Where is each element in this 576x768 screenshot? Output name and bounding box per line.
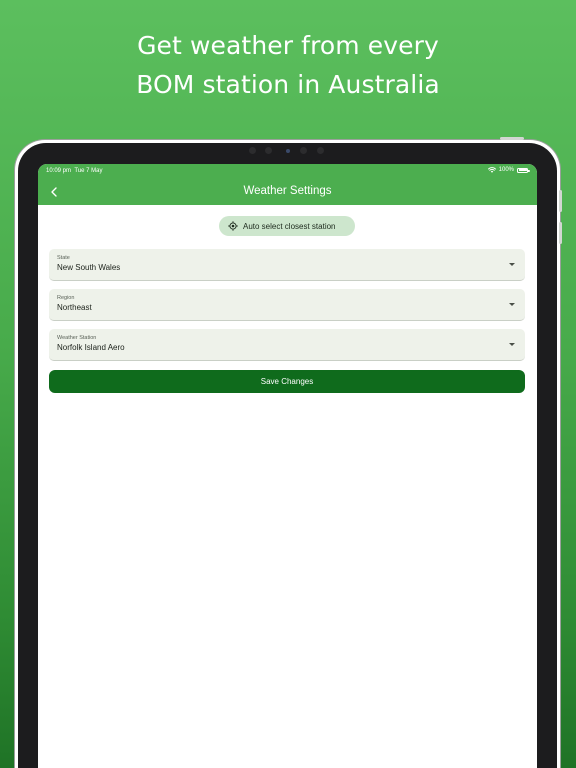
triangle-down-icon: [509, 303, 515, 306]
auto-select-station-button[interactable]: Auto select closest station: [219, 216, 355, 236]
state-dropdown[interactable]: State New South Wales: [49, 249, 525, 281]
promo-headline-line-1: Get weather from every: [137, 31, 439, 60]
ipad-volume-up-button: [559, 190, 562, 212]
app-bar: Weather Settings: [38, 179, 537, 205]
weather-station-dropdown[interactable]: Weather Station Norfolk Island Aero: [49, 329, 525, 361]
battery-icon: [517, 167, 530, 173]
region-field-value: Northeast: [57, 303, 92, 312]
wifi-icon: [487, 167, 496, 173]
status-time: 10:09 pm Tue 7 May: [46, 168, 103, 174]
region-field-label: Region: [57, 295, 75, 301]
status-date: Tue 7 May: [74, 168, 103, 174]
status-clock: 10:09 pm: [46, 168, 72, 174]
status-indicators: 100%: [487, 167, 530, 173]
status-bar: 10:09 pm Tue 7 May 100%: [38, 164, 537, 179]
triangle-down-icon: [509, 343, 515, 346]
save-changes-button[interactable]: Save Changes: [49, 370, 525, 393]
back-button[interactable]: [44, 182, 64, 202]
promo-headline-line-2: BOM station in Australia: [136, 70, 440, 99]
state-field-label: State: [57, 255, 70, 261]
gps-target-icon: [228, 221, 238, 231]
weather-station-field-value: Norfolk Island Aero: [57, 343, 125, 352]
app-screen: 10:09 pm Tue 7 May 100% Weather Settings: [38, 164, 537, 768]
auto-select-label: Auto select closest station: [243, 221, 336, 231]
region-dropdown[interactable]: Region Northeast: [49, 289, 525, 321]
ipad-top-button: [500, 137, 524, 140]
camera-sensor: [265, 147, 272, 154]
camera-sensor: [300, 147, 307, 154]
triangle-down-icon: [509, 263, 515, 266]
state-field-value: New South Wales: [57, 263, 121, 272]
chevron-left-icon: [51, 187, 57, 197]
promo-headline: Get weather from every BOM station in Au…: [0, 26, 576, 104]
battery-percentage: 100%: [498, 167, 514, 173]
camera-sensor: [317, 147, 324, 154]
page-title: Weather Settings: [243, 185, 332, 197]
weather-station-field-label: Weather Station: [57, 335, 97, 341]
settings-content: Auto select closest station State New So…: [38, 205, 537, 768]
battery-level: [518, 169, 527, 171]
camera-sensor: [249, 147, 256, 154]
ipad-volume-down-button: [559, 222, 562, 244]
camera-lens: [286, 149, 290, 153]
